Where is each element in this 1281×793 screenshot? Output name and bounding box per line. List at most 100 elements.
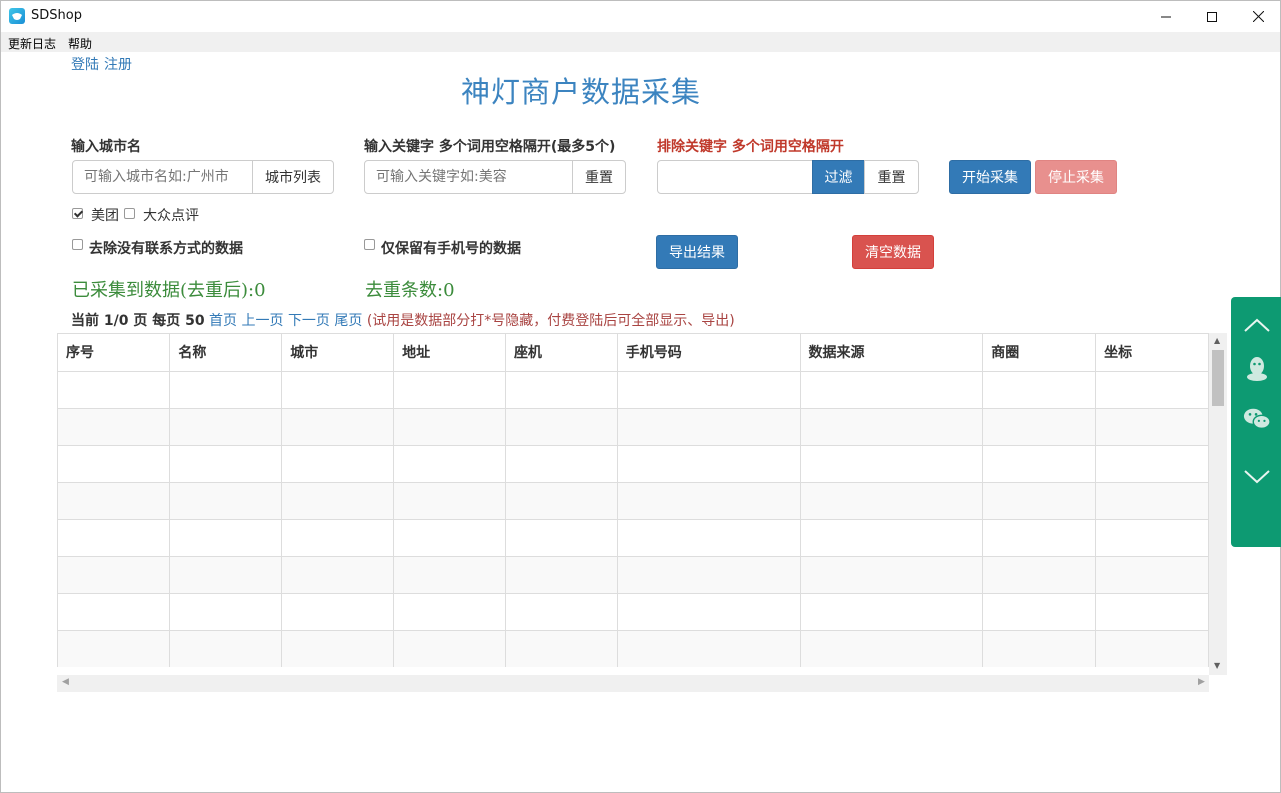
exclude-reset-button[interactable]: 重置 <box>864 160 919 194</box>
keyword-input[interactable] <box>364 160 573 194</box>
table-row[interactable] <box>58 556 1209 594</box>
meituan-label: 美团 <box>91 208 119 224</box>
city-list-button[interactable]: 城市列表 <box>252 160 334 194</box>
table-cell <box>58 519 171 557</box>
table-row[interactable] <box>58 445 1209 483</box>
dedup-count: 去重条数:0 <box>365 280 455 301</box>
table-cell <box>1095 519 1209 557</box>
table-row[interactable] <box>58 519 1209 557</box>
chevron-up-icon[interactable] <box>1243 311 1271 339</box>
table-cell <box>393 445 506 483</box>
wechat-icon[interactable] <box>1243 405 1271 433</box>
col-index[interactable]: 序号 <box>58 334 171 372</box>
remove-no-contact-label: 去除没有联系方式的数据 <box>89 241 243 257</box>
keyword-label: 输入关键字 多个词用空格隔开(最多5个) <box>364 139 616 155</box>
pager-prev-link[interactable]: 上一页 <box>241 313 283 329</box>
start-button[interactable]: 开始采集 <box>949 160 1031 194</box>
city-label: 输入城市名 <box>71 139 141 155</box>
mobile-only-checkbox[interactable] <box>364 239 375 250</box>
scroll-right-arrow-icon[interactable]: ▶ <box>1198 677 1205 687</box>
maximize-button[interactable] <box>1189 1 1235 32</box>
table-cell <box>800 445 984 483</box>
table-row[interactable] <box>58 482 1209 520</box>
close-button[interactable] <box>1235 1 1281 32</box>
qq-icon[interactable] <box>1243 355 1271 383</box>
table-cell <box>393 371 506 409</box>
table-cell <box>169 408 283 446</box>
dianping-checkbox[interactable] <box>124 208 135 219</box>
table-cell <box>58 371 171 409</box>
table-row[interactable] <box>58 371 1209 409</box>
exclude-input[interactable] <box>657 160 813 194</box>
meituan-checkbox[interactable] <box>72 208 83 219</box>
remove-no-contact-checkbox[interactable] <box>72 239 83 250</box>
col-address[interactable]: 地址 <box>393 334 506 372</box>
table-cell <box>281 408 395 446</box>
menu-item-changelog[interactable]: 更新日志 <box>8 35 56 52</box>
table-cell <box>800 556 984 594</box>
table-cell <box>800 482 984 520</box>
table-row[interactable] <box>58 408 1209 446</box>
page-title: 神灯商户数据采集 <box>460 75 701 109</box>
pager-last-link[interactable]: 尾页 <box>334 313 362 329</box>
table-cell <box>800 408 984 446</box>
table-cell <box>281 519 395 557</box>
window-title: SDShop <box>31 8 82 23</box>
table-row[interactable] <box>58 630 1209 667</box>
table-cell <box>982 445 1097 483</box>
table-cell <box>169 371 283 409</box>
minimize-button[interactable] <box>1143 1 1189 32</box>
table-cell <box>800 371 984 409</box>
table-cell <box>982 593 1097 631</box>
table-cell <box>617 556 801 594</box>
col-landline[interactable]: 座机 <box>505 334 618 372</box>
menu-item-help[interactable]: 帮助 <box>68 35 92 52</box>
vertical-scroll-thumb[interactable] <box>1212 350 1224 406</box>
col-coordinates[interactable]: 坐标 <box>1095 334 1209 372</box>
pager: 当前 1/0 页 每页 50 首页 上一页 下一页 尾页 (试用是数据部分打*号… <box>71 310 735 330</box>
filter-button[interactable]: 过滤 <box>812 160 865 194</box>
app-window: SDShop 更新日志 帮助 登陆注册 神灯商户数据采集 输入城市名 城市列表 … <box>0 0 1281 793</box>
table-cell <box>393 519 506 557</box>
chevron-down-icon[interactable] <box>1243 463 1271 491</box>
table-header-row: 序号 名称 城市 地址 座机 手机号码 数据来源 商圈 坐标 <box>58 334 1209 372</box>
col-source[interactable]: 数据来源 <box>800 334 984 372</box>
col-city[interactable]: 城市 <box>281 334 395 372</box>
table-cell <box>58 593 171 631</box>
table-cell <box>393 593 506 631</box>
table-cell <box>281 482 395 520</box>
table-cell <box>281 630 395 667</box>
scroll-left-arrow-icon[interactable]: ◀ <box>62 677 69 687</box>
table-cell <box>505 371 618 409</box>
results-grid: 序号 名称 城市 地址 座机 手机号码 数据来源 商圈 坐标 <box>57 333 1209 667</box>
table-cell <box>281 371 395 409</box>
col-name[interactable]: 名称 <box>169 334 283 372</box>
city-input[interactable] <box>72 160 253 194</box>
table-cell <box>1095 445 1209 483</box>
trial-note: (试用是数据部分打*号隐藏，付费登陆后可全部显示、导出) <box>366 313 735 329</box>
pager-next-link[interactable]: 下一页 <box>288 313 330 329</box>
stop-button[interactable]: 停止采集 <box>1035 160 1117 194</box>
scroll-down-arrow-icon[interactable]: ▼ <box>1214 661 1220 670</box>
collected-count: 已采集到数据(去重后):0 <box>72 280 266 301</box>
table-cell <box>169 630 283 667</box>
table-cell <box>1095 482 1209 520</box>
table-cell <box>982 482 1097 520</box>
col-district[interactable]: 商圈 <box>982 334 1097 372</box>
table-cell <box>982 556 1097 594</box>
export-button[interactable]: 导出结果 <box>656 235 738 269</box>
table-row[interactable] <box>58 593 1209 631</box>
table-cell <box>505 593 618 631</box>
table-cell <box>169 556 283 594</box>
table-cell <box>1095 630 1209 667</box>
keyword-reset-button[interactable]: 重置 <box>572 160 626 194</box>
col-mobile[interactable]: 手机号码 <box>617 334 801 372</box>
pager-first-link[interactable]: 首页 <box>209 313 237 329</box>
table-cell <box>982 630 1097 667</box>
vertical-scrollbar[interactable]: ▲ ▼ <box>1209 333 1227 675</box>
results-table: 序号 名称 城市 地址 座机 手机号码 数据来源 商圈 坐标 <box>58 334 1209 667</box>
table-cell <box>617 519 801 557</box>
clear-data-button[interactable]: 清空数据 <box>852 235 934 269</box>
horizontal-scrollbar[interactable]: ◀ ▶ <box>57 675 1209 692</box>
scroll-up-arrow-icon[interactable]: ▲ <box>1214 336 1220 345</box>
